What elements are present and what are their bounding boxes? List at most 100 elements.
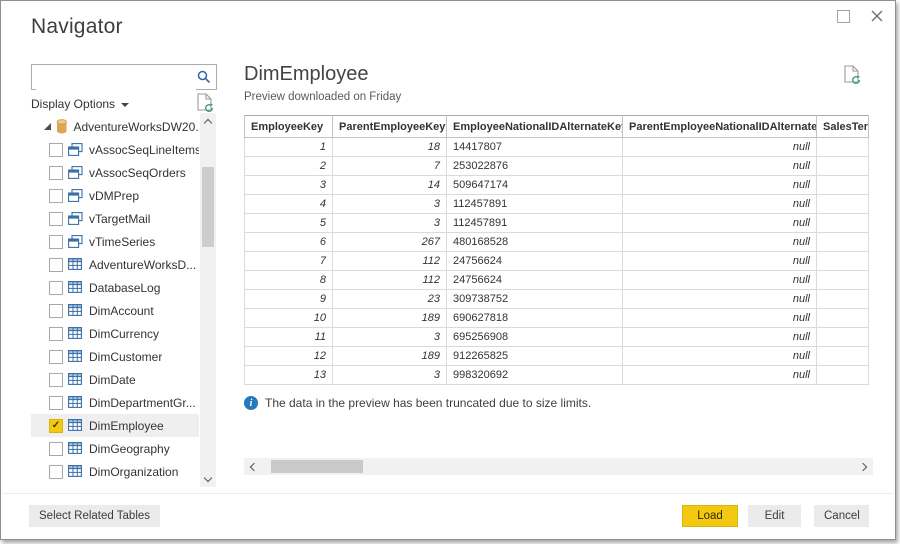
table-cell: 5	[245, 214, 333, 233]
scroll-up-button[interactable]	[200, 113, 216, 129]
preview-table-body: 11814417807null27253022876null3145096471…	[245, 138, 869, 385]
table-cell: 3	[245, 176, 333, 195]
table-cell: 8	[245, 271, 333, 290]
tree-item[interactable]: AdventureWorksD...	[31, 253, 199, 276]
preview-hscrollbar-thumb[interactable]	[271, 460, 363, 473]
view-icon	[68, 212, 83, 225]
tree-item[interactable]: DimDate	[31, 368, 199, 391]
tree-item-checkbox[interactable]	[49, 258, 63, 272]
tree-item-label: DimGeography	[89, 442, 170, 456]
table-cell	[817, 309, 869, 328]
tree-item[interactable]: DimAccount	[31, 299, 199, 322]
tree-item-checkbox[interactable]	[49, 189, 63, 203]
select-related-tables-button[interactable]: Select Related Tables	[29, 505, 160, 527]
tree-item[interactable]: vAssocSeqOrders	[31, 161, 199, 184]
tree-item-checkbox[interactable]	[49, 373, 63, 387]
chevron-down-icon	[204, 473, 212, 481]
close-button[interactable]	[867, 6, 887, 26]
column-header: ParentEmployeeKey	[333, 116, 447, 138]
truncation-notice: i The data in the preview has been trunc…	[244, 396, 591, 410]
tree-scrollbar[interactable]	[200, 113, 216, 487]
tree-item-label: vTargetMail	[89, 212, 150, 226]
tree-item[interactable]: DimCurrency	[31, 322, 199, 345]
tree-item[interactable]: vDMPrep	[31, 184, 199, 207]
tree-item-checkbox[interactable]	[49, 327, 63, 341]
refresh-preview-button[interactable]	[844, 65, 859, 83]
tree-scrollbar-thumb[interactable]	[202, 167, 214, 247]
table-cell: 3	[333, 214, 447, 233]
search-icon[interactable]	[197, 70, 211, 84]
tree-item-checkbox[interactable]	[49, 465, 63, 479]
table-cell	[817, 138, 869, 157]
table-cell: null	[623, 195, 817, 214]
maximize-button[interactable]	[833, 6, 853, 26]
tree-item-checkbox[interactable]	[49, 143, 63, 157]
window-controls	[833, 6, 887, 26]
tree-item-checkbox[interactable]	[49, 442, 63, 456]
table-cell: null	[623, 328, 817, 347]
table-cell: null	[623, 252, 817, 271]
view-icon	[68, 143, 83, 156]
table-row: 811224756624null	[245, 271, 869, 290]
table-cell	[817, 328, 869, 347]
tree-item-checkbox[interactable]	[49, 396, 63, 410]
tree-item-label: DimEmployee	[89, 419, 164, 433]
tree-item-checkbox[interactable]	[49, 281, 63, 295]
table-icon	[68, 442, 83, 455]
refresh-list-button[interactable]	[197, 93, 212, 111]
display-options-button[interactable]: Display Options	[31, 97, 129, 111]
table-icon	[68, 258, 83, 271]
tree-item[interactable]: DimGeography	[31, 437, 199, 460]
scroll-down-button[interactable]	[200, 471, 216, 487]
table-cell	[817, 347, 869, 366]
table-cell: 4	[245, 195, 333, 214]
table-cell: 24756624	[447, 271, 623, 290]
cancel-button[interactable]: Cancel	[814, 505, 869, 527]
table-cell: 7	[333, 157, 447, 176]
table-cell: 1	[245, 138, 333, 157]
table-cell: 998320692	[447, 366, 623, 385]
preview-table: EmployeeKeyParentEmployeeKeyEmployeeNati…	[244, 115, 869, 385]
tree-item[interactable]: DimOrganization	[31, 460, 199, 479]
table-cell: 23	[333, 290, 447, 309]
preview-hscrollbar[interactable]	[244, 458, 873, 475]
scroll-right-button[interactable]	[856, 458, 873, 475]
screen: Navigator Display Options	[0, 0, 900, 544]
table-cell: 14	[333, 176, 447, 195]
chevron-up-icon	[204, 118, 212, 126]
table-cell: 309738752	[447, 290, 623, 309]
expander-icon[interactable]	[44, 123, 51, 130]
close-icon	[871, 10, 883, 22]
footer-divider	[2, 493, 894, 494]
tree-item[interactable]: DimCustomer	[31, 345, 199, 368]
tree-item-checkbox[interactable]	[49, 350, 63, 364]
table-cell: 12	[245, 347, 333, 366]
table-row: 12189912265825null	[245, 347, 869, 366]
search-input[interactable]	[36, 66, 196, 90]
table-cell: 6	[245, 233, 333, 252]
tree-root-database[interactable]: AdventureWorksDW20...	[31, 115, 199, 138]
tree-item[interactable]: vTimeSeries	[31, 230, 199, 253]
column-header: ParentEmployeeNationalIDAlternateKey	[623, 116, 817, 138]
table-cell: null	[623, 347, 817, 366]
load-button[interactable]: Load	[682, 505, 738, 527]
tree-root-label: AdventureWorksDW20...	[73, 120, 199, 134]
tree-item-label: DimDepartmentGr...	[89, 396, 196, 410]
table-cell	[817, 252, 869, 271]
tree-item[interactable]: ✓ DimEmployee	[31, 414, 199, 437]
tree-item[interactable]: vAssocSeqLineItems	[31, 138, 199, 161]
scroll-left-button[interactable]	[244, 458, 261, 475]
tree-item-checkbox[interactable]: ✓	[49, 419, 63, 433]
table-cell: 7	[245, 252, 333, 271]
tree-item-checkbox[interactable]	[49, 166, 63, 180]
tree-item[interactable]: vTargetMail	[31, 207, 199, 230]
tree-item[interactable]: DatabaseLog	[31, 276, 199, 299]
tree-item[interactable]: DimDepartmentGr...	[31, 391, 199, 414]
table-cell: null	[623, 233, 817, 252]
edit-button[interactable]: Edit	[748, 505, 801, 527]
tree-item-checkbox[interactable]	[49, 212, 63, 226]
tree-item-checkbox[interactable]	[49, 235, 63, 249]
table-cell: 695256908	[447, 328, 623, 347]
tree-item-checkbox[interactable]	[49, 304, 63, 318]
table-row: 923309738752null	[245, 290, 869, 309]
